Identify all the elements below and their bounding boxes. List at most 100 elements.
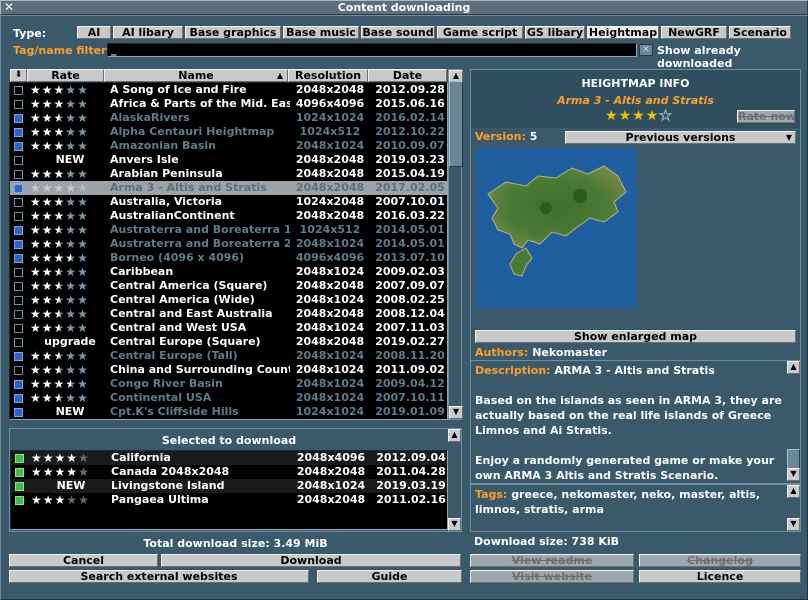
item-checkbox[interactable] — [14, 352, 23, 361]
licence-button[interactable]: Licence — [639, 570, 801, 583]
item-checkbox[interactable] — [14, 114, 23, 123]
item-checkbox[interactable] — [14, 366, 23, 375]
type-tab[interactable]: Game script — [437, 26, 523, 39]
show-enlarged-map-button[interactable]: Show enlarged map — [475, 330, 796, 343]
item-checkbox[interactable] — [14, 296, 23, 305]
search-external-websites-button[interactable]: Search external websites — [9, 570, 309, 583]
type-tab[interactable]: Base sound — [361, 26, 435, 39]
list-item[interactable]: ★★★★★ Alpha Centauri Heightmap 1024x512 201… — [10, 125, 447, 139]
type-tab[interactable]: Base music — [283, 26, 359, 39]
list-item[interactable]: ★★★★★ Austraterra and Boreaterra 2k 2048x1… — [10, 237, 447, 251]
item-checkbox[interactable] — [14, 170, 23, 179]
tag-filter-input[interactable]: _ — [107, 43, 637, 57]
close-icon[interactable]: ✕ — [2, 1, 16, 14]
list-item[interactable]: ★★★★★ Central Europe (Tall) 2048x1024 2008.… — [10, 349, 447, 363]
list-item[interactable]: ★★★★★ Central America (Square) 2048x2048 20… — [10, 279, 447, 293]
list-item[interactable]: ★★★★★ Australia, Victoria 1024x2048 2007.10… — [10, 195, 447, 209]
selected-item[interactable]: ★★★★★ Canada 2048x2048 2048x2048 2011.04.28 — [11, 465, 447, 479]
changelog-button[interactable]: Changelog — [639, 554, 801, 567]
item-checkbox[interactable] — [14, 198, 23, 207]
previous-versions-dropdown[interactable]: Previous versions ▼ — [565, 131, 796, 144]
list-item[interactable]: ★★★★★ Central and East Australia 2048x2048… — [10, 307, 447, 321]
column-rate[interactable]: Rate — [27, 69, 104, 82]
cancel-button[interactable]: Cancel — [9, 554, 158, 567]
item-checkbox[interactable] — [14, 324, 23, 333]
selected-scroll-up-icon[interactable]: ▲ — [448, 429, 461, 442]
item-checkbox[interactable] — [14, 240, 23, 249]
item-resolution: 2048x1024 — [295, 321, 365, 334]
item-checkbox[interactable] — [14, 394, 23, 403]
rating-stars: ★★★★★ — [30, 237, 110, 251]
type-tab[interactable]: AI — [77, 26, 111, 39]
list-item[interactable]: ★★★★★ AlaskaRivers 1024x1024 2016.02.14 — [10, 111, 447, 125]
type-tab[interactable]: GS libary — [525, 26, 585, 39]
type-tab[interactable]: AI libary — [113, 26, 183, 39]
list-item[interactable]: ★★★★★ AustralianContinent 2048x2048 2016.03… — [10, 209, 447, 223]
rating-stars: ★★★★★ — [30, 279, 110, 293]
item-checkbox[interactable] — [14, 282, 23, 291]
selected-scroll-down-icon[interactable]: ▼ — [448, 518, 461, 531]
list-item[interactable]: ★★★★★ Borneo (4096 x 4096) 4096x4096 2013.0… — [10, 251, 447, 265]
list-item[interactable]: ★★★★★ Continental USA 2048x1024 2007.10.11 — [10, 391, 447, 405]
tags-scroll-down-icon[interactable]: ▼ — [787, 518, 800, 531]
rate-now-button[interactable]: Rate now — [737, 110, 795, 123]
selected-item[interactable]: ★★★★★ California 2048x4096 2012.09.04 — [11, 451, 447, 465]
list-item[interactable]: ★★★★★ Arma 3 - Altis and Stratis 2048x2048… — [10, 181, 447, 195]
scroll-down-icon[interactable]: ▼ — [449, 406, 463, 419]
selected-item[interactable]: ★★★★★ Pangaea Ultima 2048x2048 2011.02.16 — [11, 493, 447, 507]
description-scroll-up-icon[interactable]: ▲ — [787, 361, 800, 374]
item-checkbox[interactable] — [14, 338, 23, 347]
guide-button[interactable]: Guide — [317, 570, 462, 583]
item-checkbox[interactable] — [14, 128, 23, 137]
list-item[interactable]: ★★★★★ Congo River Basin 2048x1024 2009.04.1… — [10, 377, 447, 391]
item-checkbox[interactable] — [14, 100, 23, 109]
list-item[interactable]: ★★★★★ Caribbean 2048x1024 2009.02.03 — [10, 265, 447, 279]
tags-scroll-up-icon[interactable]: ▲ — [787, 485, 800, 498]
list-item[interactable]: upgrade Central Europe (Square) 2048x2048 2… — [10, 335, 447, 349]
selected-item[interactable]: NEW Livingstone Island 2048x1024 2019.03.19 — [11, 479, 447, 493]
item-checkbox[interactable] — [14, 142, 23, 151]
list-item[interactable]: NEW Cpt.K's Cliffside Hills 1024x1024 2019.… — [10, 405, 447, 419]
item-checkbox[interactable] — [14, 86, 23, 95]
list-item[interactable]: ★★★★★China and Surrounding Countries2048… — [10, 363, 447, 377]
show-downloaded-checkbox[interactable]: ✕ — [639, 44, 653, 56]
scroll-thumb[interactable] — [449, 81, 463, 167]
download-button[interactable]: Download — [161, 554, 461, 567]
sort-icon[interactable]: ⬇ — [10, 69, 27, 82]
selected-list[interactable]: ★★★★★ California 2048x4096 2012.09.04 ★★★★★ C… — [10, 450, 448, 530]
item-checkbox[interactable] — [14, 408, 23, 417]
item-checkbox[interactable] — [14, 254, 23, 263]
column-name[interactable]: Name ▲ — [104, 69, 288, 82]
item-name: Alpha Centauri Heightmap — [110, 125, 275, 138]
visit-website-button[interactable]: Visit website — [470, 570, 634, 583]
type-tab[interactable]: NewGRF — [661, 26, 727, 39]
selected-scrollbar[interactable]: ▲ ▼ — [448, 429, 461, 531]
item-date: 2019.03.19 — [376, 479, 446, 492]
item-checkbox[interactable] — [14, 310, 23, 319]
list-item[interactable]: ★★★★★ A Song of Ice and Fire 2048x2048 2012… — [10, 83, 447, 97]
column-date[interactable]: Date — [368, 69, 447, 82]
view-readme-button[interactable]: View readme — [470, 554, 634, 567]
list-item[interactable]: ★★★★★ Africa & Parts of the Mid. East 4096… — [10, 97, 447, 111]
list-item[interactable]: ★★★★★ Central and West USA 2048x1024 2007.1… — [10, 321, 447, 335]
item-checkbox[interactable] — [14, 156, 23, 165]
list-item[interactable]: NEW Anvers Isle 2048x2048 2019.03.23 — [10, 153, 447, 167]
column-resolution[interactable]: Resolution — [288, 69, 368, 82]
list-item[interactable]: ★★★★★ Central America (Wide) 2048x1024 2008… — [10, 293, 447, 307]
description-scroll-down-icon[interactable]: ▼ — [787, 468, 800, 481]
item-checkbox[interactable] — [14, 268, 23, 277]
item-checkbox[interactable] — [14, 212, 23, 221]
type-tab[interactable]: Heightmap — [587, 26, 659, 39]
tags-scrollbar[interactable]: ▲ ▼ — [787, 485, 800, 531]
type-tab[interactable]: Base graphics — [185, 26, 281, 39]
list-item[interactable]: ★★★★★ Arabian Peninsula 2048x2048 2015.04.1… — [10, 167, 447, 181]
list-item[interactable]: ★★★★★ Amazonian Basin 2048x1024 2010.09.07 — [10, 139, 447, 153]
item-checkbox[interactable] — [14, 380, 23, 389]
item-checkbox[interactable] — [14, 184, 23, 193]
type-tab[interactable]: Scenario — [729, 26, 791, 39]
list-item[interactable]: ★★★★★ Austraterra and Boreaterra 1k 1024x5… — [10, 223, 447, 237]
item-checkbox[interactable] — [14, 226, 23, 235]
list-scrollbar[interactable]: ▲ ▼ — [448, 69, 463, 420]
content-list[interactable]: ★★★★★ A Song of Ice and Fire 2048x2048 2012… — [9, 82, 448, 420]
description-scrollbar[interactable]: ▲ ▼ — [787, 361, 800, 481]
